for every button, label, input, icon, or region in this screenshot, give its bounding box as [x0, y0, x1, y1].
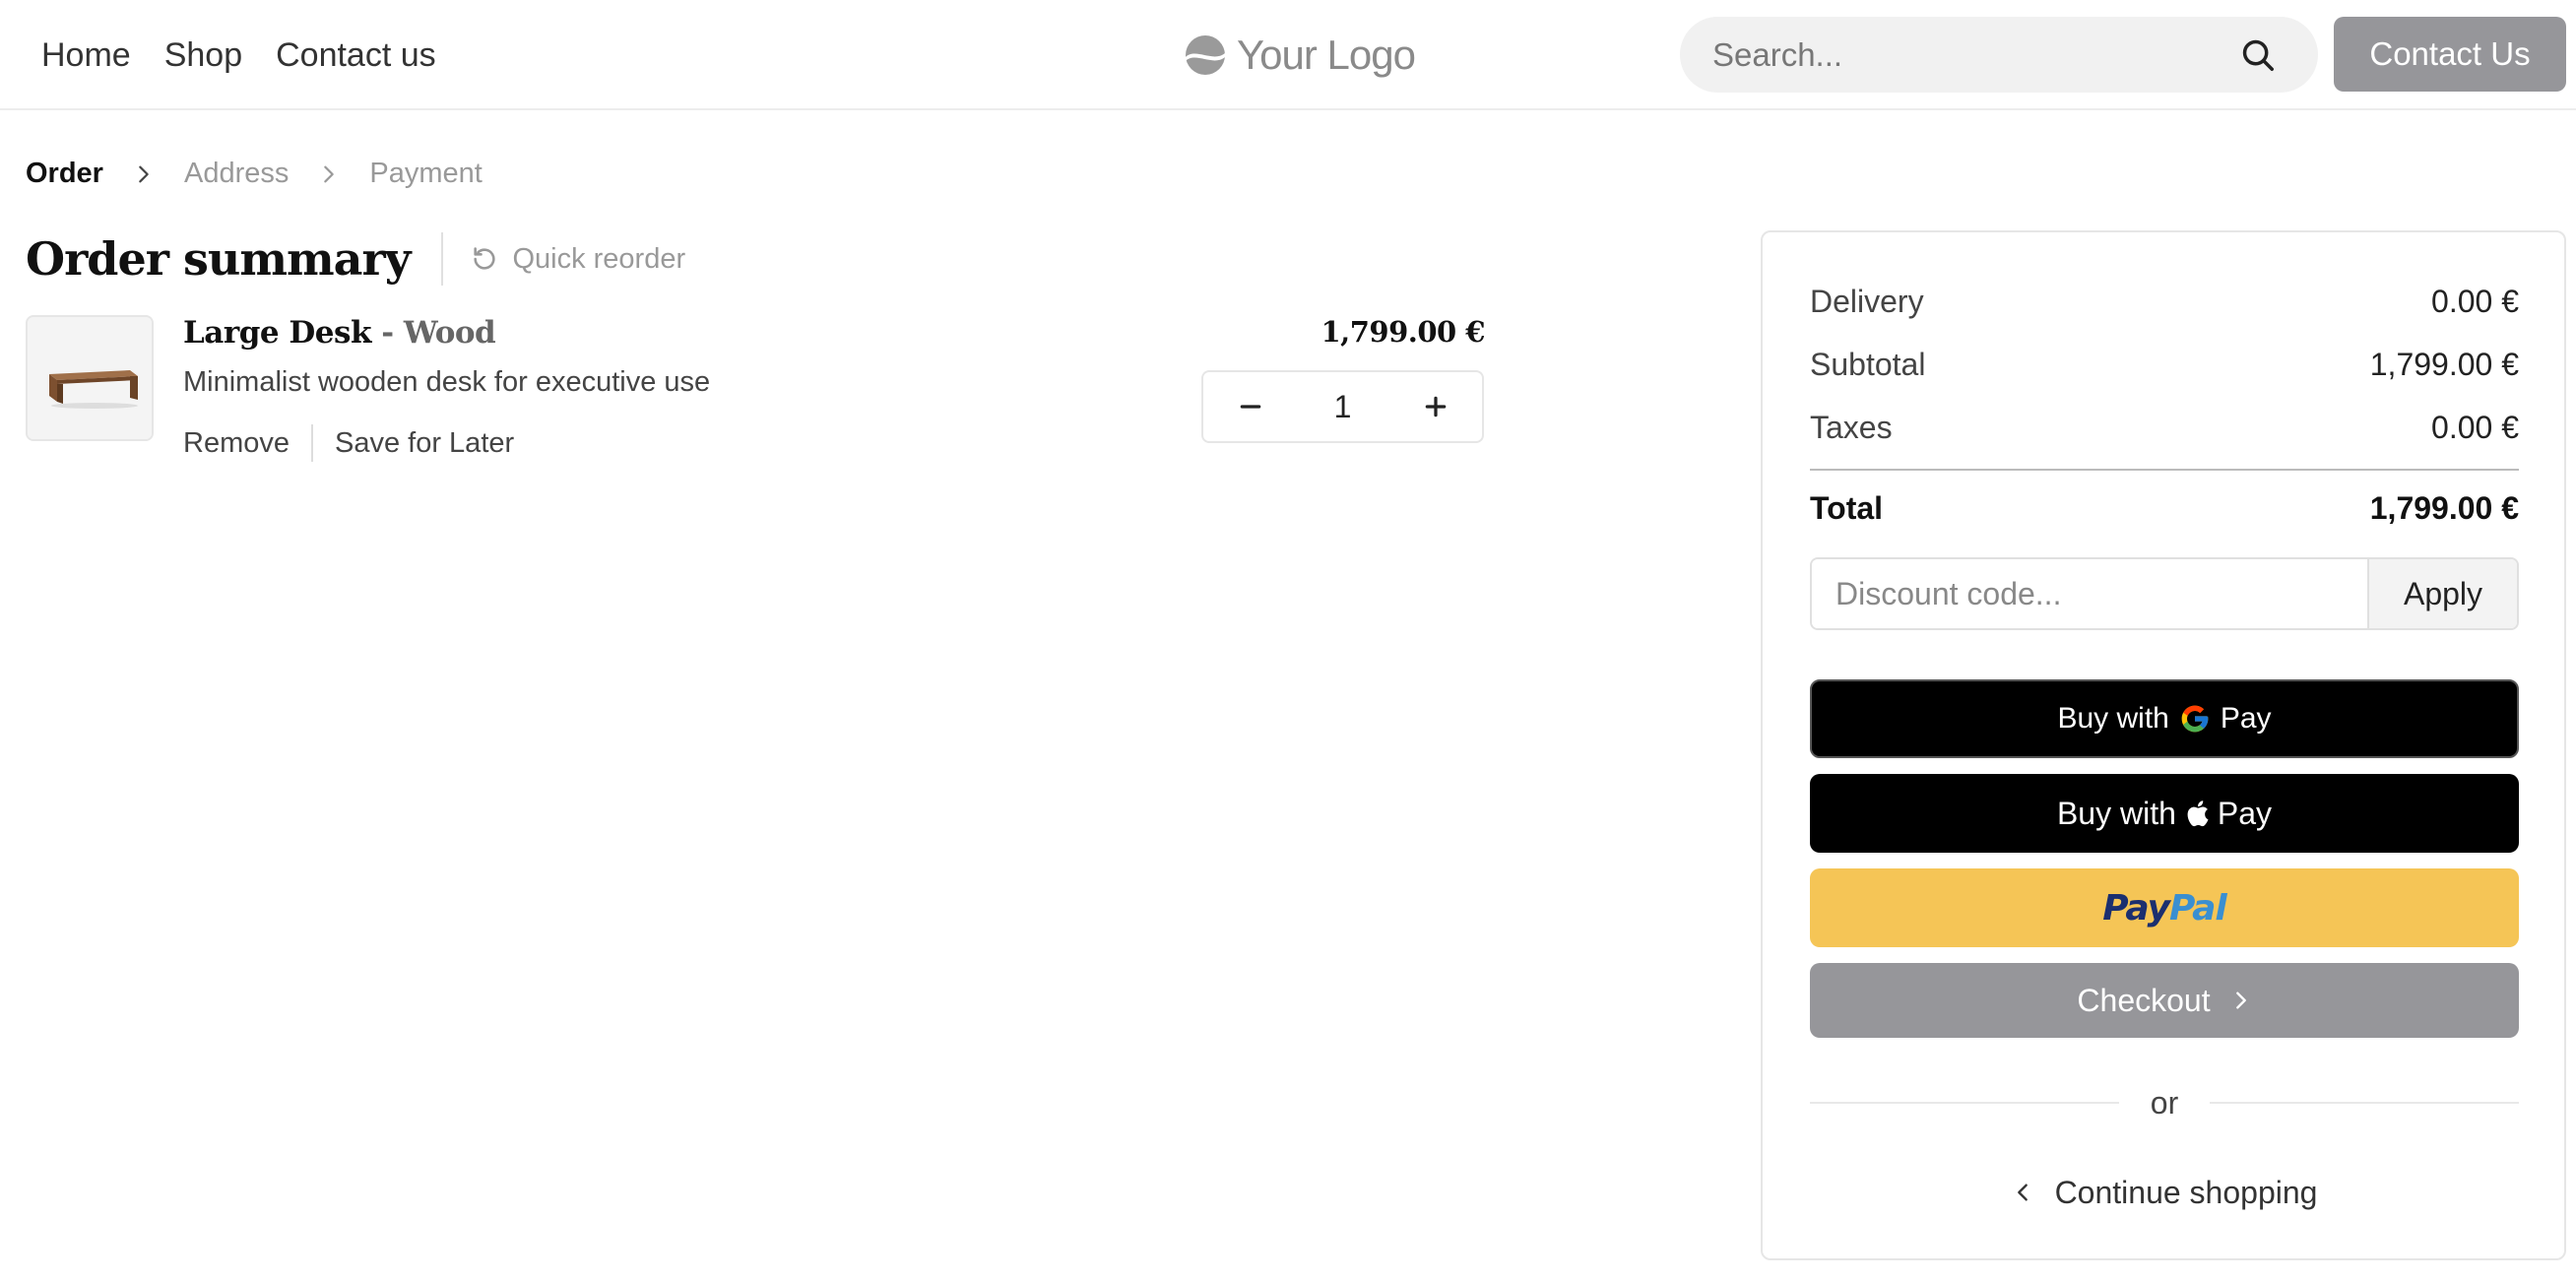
search-bar [1680, 17, 2318, 93]
paypal-button[interactable]: PayPal [1810, 868, 2519, 947]
or-line-right [2210, 1102, 2520, 1104]
delivery-value: 0.00 € [2431, 284, 2519, 319]
checkout-breadcrumb: Order Address Payment [26, 158, 483, 190]
breadcrumb-address[interactable]: Address [184, 158, 289, 190]
product-variant: Wood [403, 315, 496, 351]
subtotal-row: Subtotal 1,799.00 € [1810, 347, 2519, 383]
subtotal-value: 1,799.00 € [2369, 347, 2519, 382]
taxes-row: Taxes 0.00 € [1810, 410, 2519, 446]
quick-reorder-label: Quick reorder [512, 242, 686, 275]
order-summary-panel: Delivery 0.00 € Subtotal 1,799.00 € Taxe… [1761, 230, 2566, 1260]
site-header: Home Shop Contact us Your Logo Contact U… [0, 0, 2576, 110]
quick-reorder-button[interactable]: Quick reorder [471, 243, 685, 276]
delivery-label: Delivery [1810, 284, 1924, 319]
checkout-label: Checkout [2077, 982, 2211, 1018]
page-title: Order summary [26, 232, 411, 286]
discount-form: Apply [1810, 557, 2519, 630]
continue-shopping-label: Continue shopping [2054, 1174, 2318, 1210]
reload-icon [474, 247, 496, 270]
gpay-brand: Pay [2220, 702, 2272, 735]
decrease-quantity-button[interactable] [1203, 372, 1297, 441]
apple-pay-button[interactable]: Buy with Pay [1810, 774, 2519, 853]
total-value: 1,799.00 € [2369, 490, 2519, 526]
checkout-button[interactable]: Checkout [1810, 963, 2519, 1038]
logo-text: Your Logo [1237, 32, 1416, 78]
increase-quantity-button[interactable] [1388, 372, 1482, 441]
apay-brand: Pay [2217, 795, 2273, 831]
item-actions: Remove Save for Later [183, 423, 514, 463]
subtotal-label: Subtotal [1810, 347, 1926, 382]
product-thumbnail[interactable] [26, 315, 154, 441]
nav-shop[interactable]: Shop [164, 36, 242, 75]
search-icon[interactable] [2239, 36, 2277, 74]
remove-button[interactable]: Remove [183, 427, 290, 460]
taxes-label: Taxes [1810, 410, 1893, 445]
item-price: 1,799.00 € [1320, 315, 1485, 349]
actions-divider [311, 424, 313, 462]
minus-icon [1240, 405, 1260, 409]
google-g-icon [2181, 705, 2209, 733]
breadcrumb-payment[interactable]: Payment [369, 158, 482, 190]
order-title-row: Order summary Quick reorder [26, 224, 685, 293]
logo-icon [1186, 35, 1225, 75]
google-pay-button[interactable]: Buy with Pay [1810, 679, 2519, 758]
product-name[interactable]: Large Desk - Wood [183, 315, 496, 351]
paypal-logo: PayPal [2102, 887, 2227, 929]
chevron-right-icon [2235, 992, 2246, 1009]
nav-contact[interactable]: Contact us [276, 36, 436, 75]
nav-home[interactable]: Home [41, 36, 131, 75]
or-divider: or [1810, 1083, 2520, 1122]
delivery-row: Delivery 0.00 € [1810, 284, 2519, 320]
paypal-logo-pay: Pay [2102, 887, 2170, 929]
discount-code-input[interactable] [1812, 559, 2367, 628]
plus-icon [1425, 396, 1446, 417]
total-label: Total [1810, 490, 1884, 526]
chevron-right-icon [324, 165, 335, 182]
total-row: Total 1,799.00 € [1810, 490, 2519, 527]
chevron-right-icon [139, 165, 149, 182]
summary-divider [1810, 469, 2519, 471]
site-logo[interactable]: Your Logo [1184, 26, 1416, 85]
apply-discount-button[interactable]: Apply [2367, 559, 2517, 628]
search-input[interactable] [1712, 35, 2224, 74]
product-variant-separator: - [381, 315, 404, 351]
apay-prefix: Buy with [2056, 795, 2176, 831]
apple-icon [2187, 801, 2209, 827]
breadcrumb-order[interactable]: Order [26, 158, 103, 190]
quantity-value[interactable]: 1 [1297, 389, 1388, 425]
main-nav: Home Shop Contact us [41, 0, 436, 110]
quantity-stepper: 1 [1201, 370, 1484, 443]
title-divider [441, 232, 444, 286]
chevron-left-icon [2017, 1184, 2028, 1201]
save-for-later-button[interactable]: Save for Later [335, 427, 514, 460]
gpay-prefix: Buy with [2057, 702, 2169, 735]
or-line-left [1810, 1102, 2119, 1104]
continue-shopping-button[interactable]: Continue shopping [1810, 1168, 2519, 1217]
contact-us-button[interactable]: Contact Us [2334, 17, 2566, 92]
paypal-logo-pal: Pal [2169, 887, 2227, 929]
product-title: Large Desk [183, 315, 371, 351]
taxes-value: 0.00 € [2431, 410, 2519, 445]
desk-image [28, 317, 152, 439]
or-label: or [2150, 1084, 2179, 1121]
product-description: Minimalist wooden desk for executive use [183, 366, 711, 398]
